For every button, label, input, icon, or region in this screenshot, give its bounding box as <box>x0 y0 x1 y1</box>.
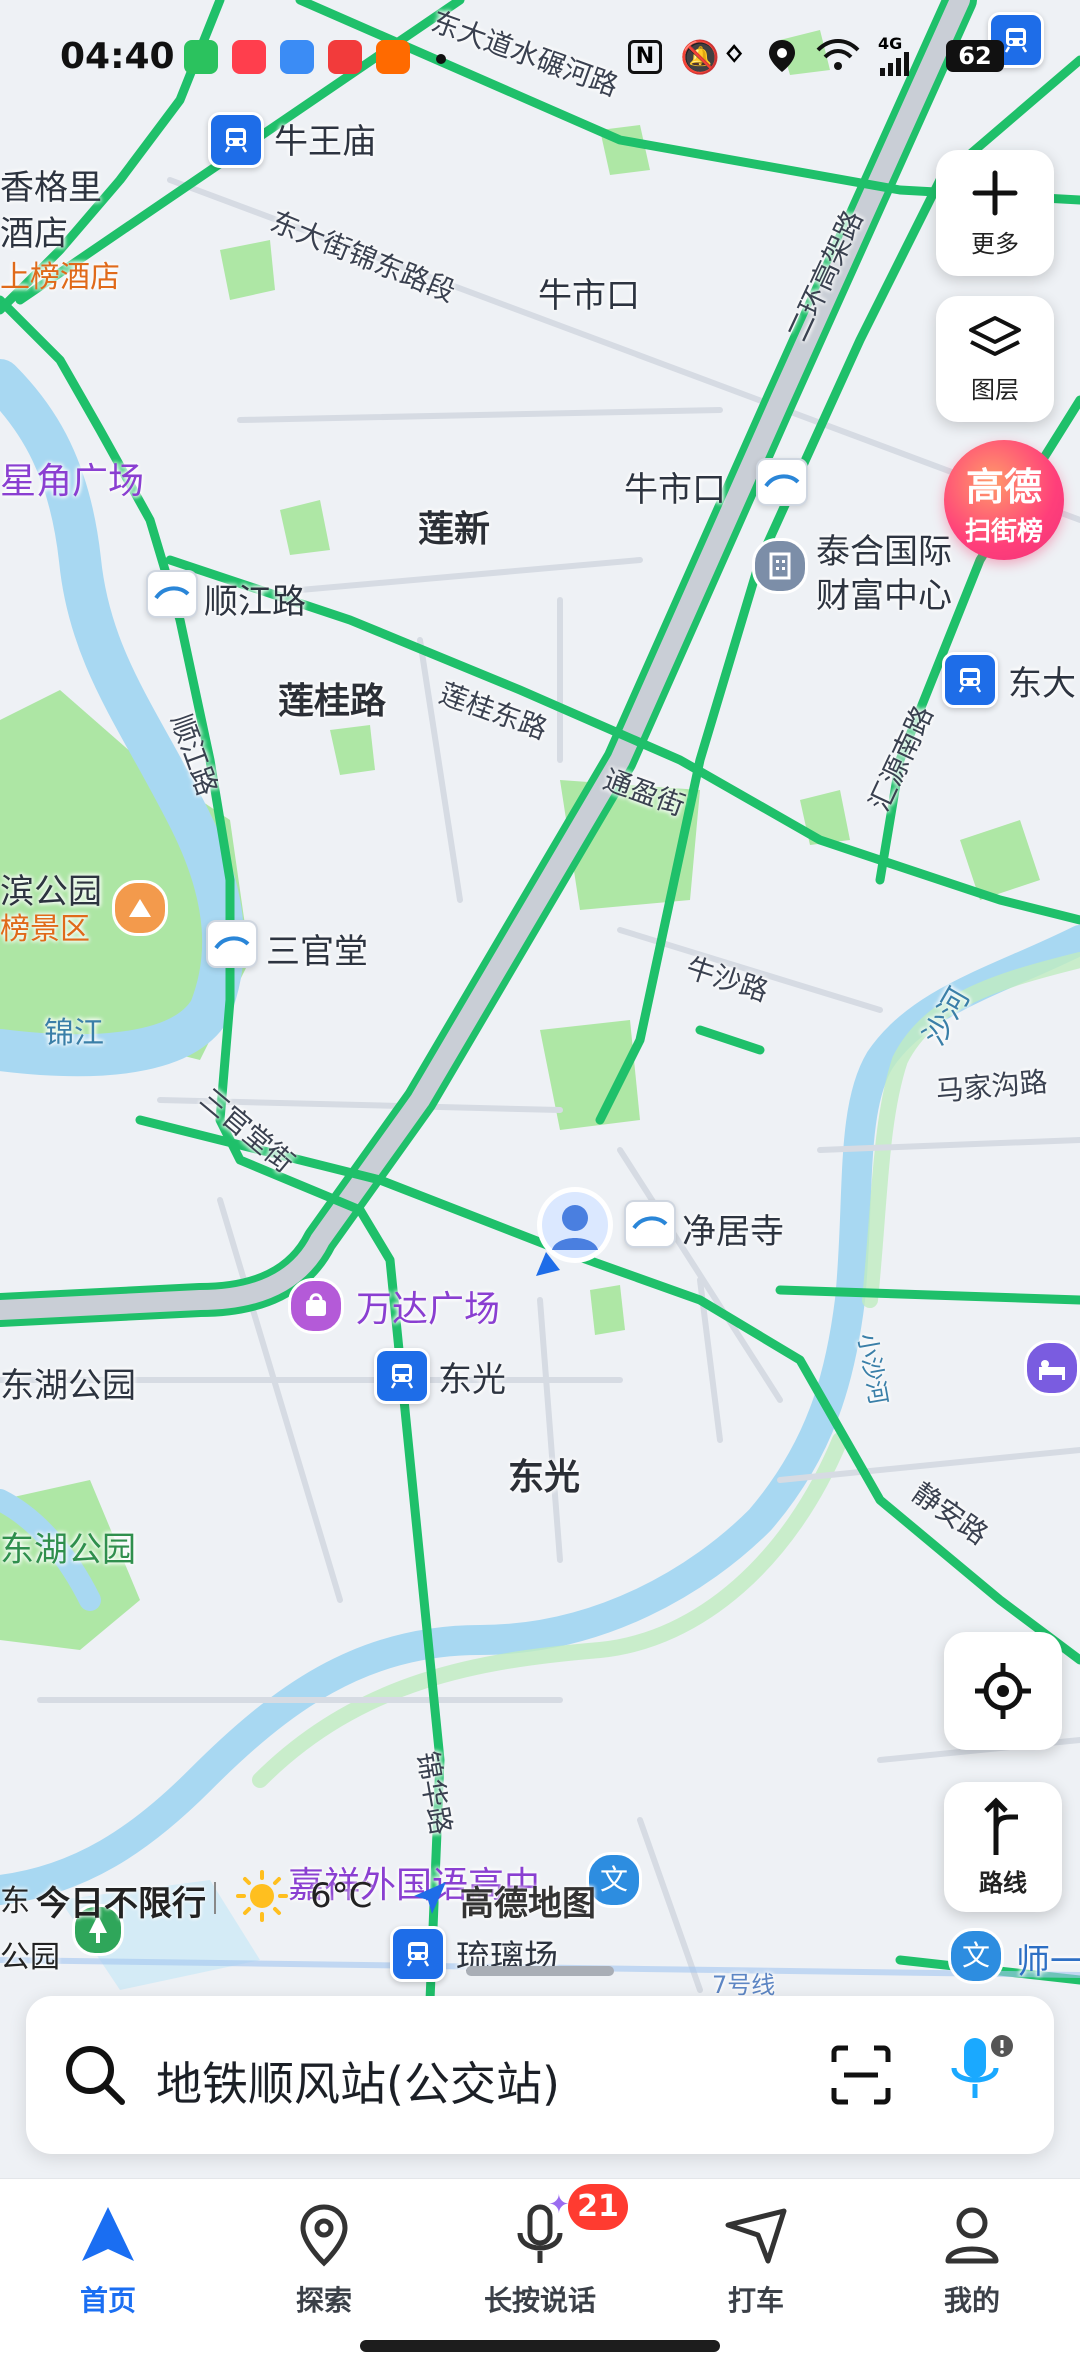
sunny-weather-icon <box>234 1868 290 1928</box>
status-time: 04:40 <box>60 36 175 77</box>
school-icon-2[interactable]: 文 <box>948 1928 1004 1984</box>
navigation-arrow-icon <box>82 2207 134 2261</box>
poi-label-shiyi[interactable]: 师一 <box>1016 1934 1080 1983</box>
bus-stop-icon[interactable] <box>206 920 258 968</box>
layers-icon <box>969 315 1021 356</box>
poi-label-shangrila-2: 酒店 <box>0 214 68 254</box>
tab-profile[interactable]: 我的 <box>892 2203 1052 2319</box>
layers-label: 图层 <box>971 375 1019 404</box>
current-location-marker[interactable] <box>530 1180 620 1280</box>
cellular-signal-icon <box>878 52 914 80</box>
temperature[interactable]: 6°C <box>310 1876 372 1916</box>
traffic-restriction-notice[interactable]: 今日不限行 <box>36 1876 206 1925</box>
location-status-icon <box>766 38 798 78</box>
more-notifications-icon <box>436 54 446 64</box>
station-label-jingjusi[interactable]: 净居寺 <box>682 1204 784 1253</box>
tab-home[interactable]: 首页 <box>28 2203 188 2319</box>
gaode-street-rank-button[interactable]: 高德 扫街榜 <box>944 440 1064 560</box>
xiaohongshu-notification-icon <box>232 40 266 74</box>
taxi-arrow-icon <box>725 2208 787 2264</box>
route-label: 路线 <box>979 1868 1027 1897</box>
station-label-niushikou-area: 牛市口 <box>538 276 640 316</box>
nfc-icon: N <box>628 40 662 74</box>
tab-taxi-label: 打车 <box>727 2284 784 2317</box>
taobao-notification-icon <box>376 40 410 74</box>
gaode-brand: 高德地图 <box>460 1884 596 1924</box>
route-button[interactable]: 路线 <box>944 1782 1062 1912</box>
more-label: 更多 <box>971 229 1019 258</box>
metro-station-icon[interactable] <box>374 1348 430 1404</box>
layers-button[interactable]: 图层 <box>936 296 1054 422</box>
station-label-niushikou-bus[interactable]: 牛市口 <box>624 462 726 511</box>
tab-profile-label: 我的 <box>943 2284 1000 2317</box>
home-indicator[interactable] <box>360 2340 720 2352</box>
shopping-bag-icon[interactable] <box>288 1278 344 1334</box>
plus-icon <box>972 170 1018 215</box>
left-park-fragment-2: 公园 <box>0 1940 60 1975</box>
bus-stop-icon[interactable] <box>624 1200 676 1248</box>
crosshair-icon <box>975 1663 1031 1719</box>
metro-station-icon[interactable] <box>208 112 264 168</box>
route-arrow-icon <box>984 1796 1018 1855</box>
office-building-icon[interactable] <box>752 538 808 594</box>
dingtalk-notification-icon <box>280 40 314 74</box>
gaode-badge-title: 高德 <box>965 465 1042 509</box>
scan-icon[interactable] <box>830 2044 892 2106</box>
area-label-lianxin: 莲新 <box>418 509 491 550</box>
area-label-lianguilu: 莲桂路 <box>278 681 387 722</box>
tab-explore[interactable]: 探索 <box>244 2203 404 2319</box>
voice-notification-badge: 21 <box>568 2184 628 2230</box>
bluetooth-icon: ᛜ <box>724 36 745 76</box>
metro-station-icon[interactable] <box>390 1926 446 1982</box>
locate-me-button[interactable] <box>944 1632 1062 1750</box>
station-label-dongda[interactable]: 东大 <box>1008 656 1076 705</box>
search-icon <box>66 2046 125 2105</box>
station-label-niuwangmiao[interactable]: 牛王庙 <box>274 114 376 163</box>
gaode-badge-subtitle: 扫街榜 <box>964 517 1043 547</box>
sparkle-icon: ✦ <box>548 2190 570 2220</box>
status-bar: 04:40 N 🔕 ᛜ 4G 62 <box>0 0 1080 110</box>
station-label-sanguantang[interactable]: 三官堂 <box>266 924 368 973</box>
search-bar[interactable]: 地铁顺风站(公交站) <box>26 1996 1054 2154</box>
poi-label-donghu-2[interactable]: 东湖公园 <box>0 1522 136 1571</box>
metro-line-7-label: 7号线 <box>712 1971 776 1999</box>
location-pin-icon <box>300 2204 348 2267</box>
poi-label-taihe-2[interactable]: 财富中心 <box>816 568 952 617</box>
left-park-fragment-1: 东 <box>0 1884 30 1919</box>
more-button[interactable]: 更多 <box>936 150 1054 276</box>
bus-stop-icon[interactable] <box>146 570 198 618</box>
poi-label-shangbang-hotel: 上榜酒店 <box>0 260 120 295</box>
river-label-jinjiang: 锦江 <box>44 1016 104 1051</box>
profile-icon <box>945 2207 999 2264</box>
scenic-spot-icon[interactable] <box>112 880 168 936</box>
network-type: 4G <box>878 34 903 53</box>
poi-label-donghu-1[interactable]: 东湖公园 <box>0 1358 136 1407</box>
area-label-dongguang: 东光 <box>508 1457 581 1498</box>
poi-label-wanda[interactable]: 万达广场 <box>356 1280 500 1332</box>
battery-indicator: 62 <box>946 40 1004 72</box>
search-input[interactable]: 地铁顺风站(公交站) <box>156 2048 560 2114</box>
station-label-shunjianglu[interactable]: 顺江路 <box>204 574 306 623</box>
mute-icon: 🔕 <box>680 38 720 76</box>
wechat-notification-icon <box>184 40 218 74</box>
bottom-sheet-handle[interactable] <box>466 1966 614 1976</box>
tab-taxi[interactable]: 打车 <box>676 2203 836 2319</box>
tab-voice-label: 长按说话 <box>483 2284 596 2317</box>
metro-station-icon[interactable] <box>942 652 998 708</box>
app-notification-icon <box>328 40 362 74</box>
bus-stop-icon[interactable] <box>756 458 808 506</box>
poi-label-xingjiao-square[interactable]: 星角广场 <box>0 452 144 504</box>
tab-explore-label: 探索 <box>295 2284 352 2317</box>
station-label-dongguang[interactable]: 东光 <box>438 1352 506 1401</box>
poi-label-taihe-1[interactable]: 泰合国际 <box>816 524 952 573</box>
poi-label-shangrila-1: 香格里 <box>0 168 102 208</box>
hotel-icon[interactable] <box>1024 1340 1080 1396</box>
voice-search-icon[interactable] <box>940 2032 1020 2116</box>
poi-label-scenic[interactable]: 榜景区 <box>0 904 90 948</box>
footer-divider <box>214 1882 216 1914</box>
tab-home-label: 首页 <box>79 2284 136 2317</box>
gaode-logo-icon <box>410 1878 450 1922</box>
wifi-icon <box>816 38 860 76</box>
